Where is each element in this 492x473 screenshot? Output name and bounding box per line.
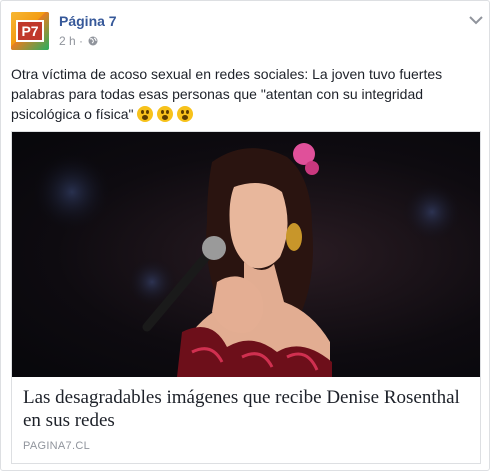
globe-icon[interactable] (88, 36, 98, 46)
post-card: P7 Página 7 2 h · Otra víctima de acoso … (0, 0, 490, 471)
page-avatar[interactable]: P7 (11, 12, 49, 50)
post-message: Otra víctima de acoso sexual en redes so… (11, 64, 481, 124)
link-preview-image[interactable] (12, 132, 480, 377)
link-preview[interactable]: Las desagradables imágenes que recibe De… (11, 131, 481, 464)
meta-separator: · (79, 34, 84, 48)
post-message-text: Otra víctima de acoso sexual en redes so… (11, 66, 443, 122)
link-title[interactable]: Las desagradables imágenes que recibe De… (23, 386, 463, 432)
singer-photo (32, 143, 462, 377)
page-name-link[interactable]: Página 7 (59, 13, 117, 29)
astonished-emoji (137, 106, 154, 122)
astonished-emoji (157, 106, 174, 122)
avatar-logo: P7 (16, 20, 44, 42)
post-timestamp[interactable]: 2 h (59, 34, 76, 48)
post-meta: 2 h · (59, 34, 98, 48)
link-domain: PAGINA7.CL (23, 440, 90, 452)
astonished-emoji (177, 106, 194, 122)
chevron-down-icon[interactable] (469, 15, 483, 25)
